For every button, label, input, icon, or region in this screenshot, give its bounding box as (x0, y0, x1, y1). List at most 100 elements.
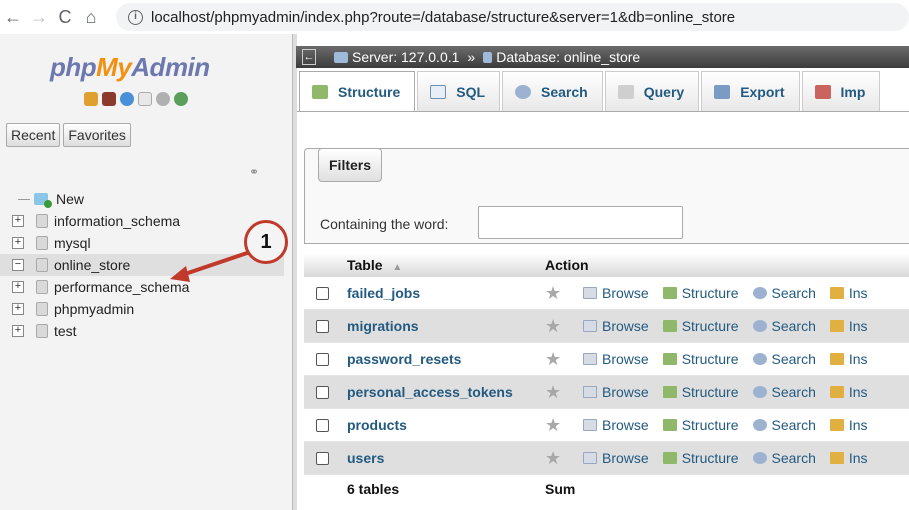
action-search-link[interactable]: Search (752, 351, 816, 367)
action-label: Structure (681, 285, 739, 301)
search-icon (752, 287, 767, 299)
header-action: Action (545, 257, 589, 273)
action-label: Search (771, 384, 816, 400)
tab-label: Export (740, 83, 785, 100)
tab-search[interactable]: Search (502, 71, 603, 111)
action-structure-link[interactable]: Structure (662, 450, 739, 466)
action-browse-link[interactable]: Browse (583, 285, 649, 301)
table-name-link[interactable]: password_resets (347, 351, 545, 367)
action-label: Structure (681, 384, 739, 400)
action-structure-link[interactable]: Structure (662, 318, 739, 334)
action-search-link[interactable]: Search (752, 285, 816, 301)
filter-input[interactable] (478, 206, 683, 239)
tab-label: Structure (338, 83, 401, 100)
action-label: Structure (681, 417, 739, 433)
table-name-link[interactable]: personal_access_tokens (347, 384, 545, 400)
action-structure-link[interactable]: Structure (662, 285, 739, 301)
row-checkbox[interactable] (316, 385, 329, 399)
action-browse-link[interactable]: Browse (583, 450, 649, 466)
row-checkbox[interactable] (316, 286, 329, 300)
sort-ascending-icon[interactable]: ▲ (392, 262, 402, 273)
query-icon (617, 84, 634, 99)
row-checkbox[interactable] (316, 418, 329, 432)
sql-icon (430, 84, 447, 99)
tab-sql[interactable]: SQL (417, 71, 501, 111)
tab-label: Search (541, 83, 588, 100)
collapse-nav-icon[interactable]: ← (302, 49, 316, 65)
header-table[interactable]: Table ▲ (347, 257, 545, 273)
action-ins-link[interactable]: Ins (829, 417, 868, 433)
row-checkbox[interactable] (316, 319, 329, 333)
action-ins-link[interactable]: Ins (829, 450, 868, 466)
tab-import[interactable]: Imp (801, 71, 881, 111)
structure-icon (662, 287, 677, 299)
table-row: password_resets ★ Browse Structure Search Ins (304, 343, 909, 376)
action-label: Browse (602, 318, 649, 334)
top-menu-tabs: Structure SQL Search Query Export Imp (297, 68, 909, 112)
table-footer-row: 6 tables Sum (304, 475, 909, 503)
favorite-star-icon[interactable]: ★ (545, 316, 565, 337)
browse-icon (583, 386, 597, 398)
favorite-star-icon[interactable]: ★ (545, 415, 565, 436)
action-search-link[interactable]: Search (752, 384, 816, 400)
row-checkbox[interactable] (316, 451, 329, 465)
action-ins-link[interactable]: Ins (829, 384, 868, 400)
action-label: Search (771, 417, 816, 433)
structure-icon (662, 452, 677, 464)
row-checkbox[interactable] (316, 352, 329, 366)
search-icon (752, 353, 767, 365)
action-search-link[interactable]: Search (752, 450, 816, 466)
table-name-link[interactable]: failed_jobs (347, 285, 545, 301)
action-label: Structure (681, 450, 739, 466)
action-browse-link[interactable]: Browse (583, 417, 649, 433)
breadcrumb-server[interactable]: Server: 127.0.0.1 (352, 49, 459, 65)
search-icon (752, 452, 767, 464)
structure-icon (662, 386, 677, 398)
action-structure-link[interactable]: Structure (662, 417, 739, 433)
favorite-star-icon[interactable]: ★ (545, 283, 565, 304)
action-search-link[interactable]: Search (752, 318, 816, 334)
action-search-link[interactable]: Search (752, 417, 816, 433)
filter-label: Containing the word: (320, 216, 449, 232)
action-structure-link[interactable]: Structure (662, 351, 739, 367)
action-label: Structure (681, 318, 739, 334)
action-label: Ins (848, 417, 868, 433)
favorite-star-icon[interactable]: ★ (545, 349, 565, 370)
insert-icon (829, 320, 844, 332)
action-browse-link[interactable]: Browse (583, 318, 649, 334)
insert-icon (829, 386, 844, 398)
action-ins-link[interactable]: Ins (829, 285, 868, 301)
server-icon (334, 51, 348, 63)
footer-table-count: 6 tables (347, 481, 400, 497)
database-icon (483, 51, 493, 63)
tab-export[interactable]: Export (701, 71, 800, 111)
annotation-arrow-head (170, 266, 190, 282)
action-structure-link[interactable]: Structure (662, 384, 739, 400)
action-label: Ins (848, 450, 868, 466)
action-label: Search (771, 285, 816, 301)
insert-icon (829, 419, 844, 431)
annotation-callout-number: 1 (244, 220, 288, 264)
table-row: failed_jobs ★ Browse Structure Search Ins (304, 277, 909, 310)
table-rows: failed_jobs ★ Browse Structure Search Ins migr… (304, 277, 909, 475)
action-ins-link[interactable]: Ins (829, 351, 868, 367)
structure-icon (662, 320, 677, 332)
table-name-link[interactable]: products (347, 417, 545, 433)
action-browse-link[interactable]: Browse (583, 351, 649, 367)
action-label: Browse (602, 384, 649, 400)
table-name-link[interactable]: migrations (347, 318, 545, 334)
favorite-star-icon[interactable]: ★ (545, 382, 565, 403)
breadcrumb: ← Server: 127.0.0.1 » Database: online_s… (296, 46, 909, 68)
browse-icon (583, 419, 597, 431)
tab-label: Imp (840, 83, 866, 100)
favorite-star-icon[interactable]: ★ (545, 448, 565, 469)
table-name-link[interactable]: users (347, 450, 545, 466)
action-label: Search (771, 318, 816, 334)
action-browse-link[interactable]: Browse (583, 384, 649, 400)
tab-query[interactable]: Query (604, 71, 700, 111)
action-ins-link[interactable]: Ins (829, 318, 868, 334)
tab-structure[interactable]: Structure (299, 71, 416, 111)
action-label: Browse (602, 351, 649, 367)
breadcrumb-database[interactable]: Database: online_store (496, 49, 640, 65)
annotation-arrow-line (181, 250, 251, 277)
